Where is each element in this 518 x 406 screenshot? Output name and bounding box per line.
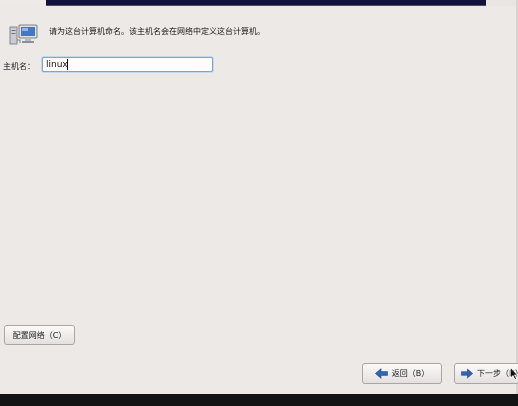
text-caret — [67, 59, 68, 70]
next-button[interactable]: 下一步（N） — [454, 363, 518, 384]
banner-left — [0, 0, 46, 6]
configure-network-label: 配置网络（C） — [12, 330, 67, 340]
installer-window: 请为这台计算机命名。该主机名会在网络中定义这台计算机。 主机名： 配置网络（C）… — [0, 0, 518, 406]
banner-right — [486, 0, 518, 6]
top-banner — [46, 0, 486, 6]
hostname-label: 主机名： — [3, 62, 35, 71]
bottom-bar — [0, 394, 518, 406]
configure-network-button[interactable]: 配置网络（C） — [4, 325, 75, 345]
back-button[interactable]: 返回（B） — [362, 363, 442, 384]
arrow-left-icon — [374, 368, 388, 379]
arrow-right-icon — [461, 368, 473, 379]
intro-text: 请为这台计算机命名。该主机名会在网络中定义这台计算机。 — [49, 27, 265, 36]
back-label: 返回（B） — [391, 369, 430, 378]
mouse-cursor-icon — [510, 367, 518, 380]
computer-network-icon — [9, 24, 38, 45]
